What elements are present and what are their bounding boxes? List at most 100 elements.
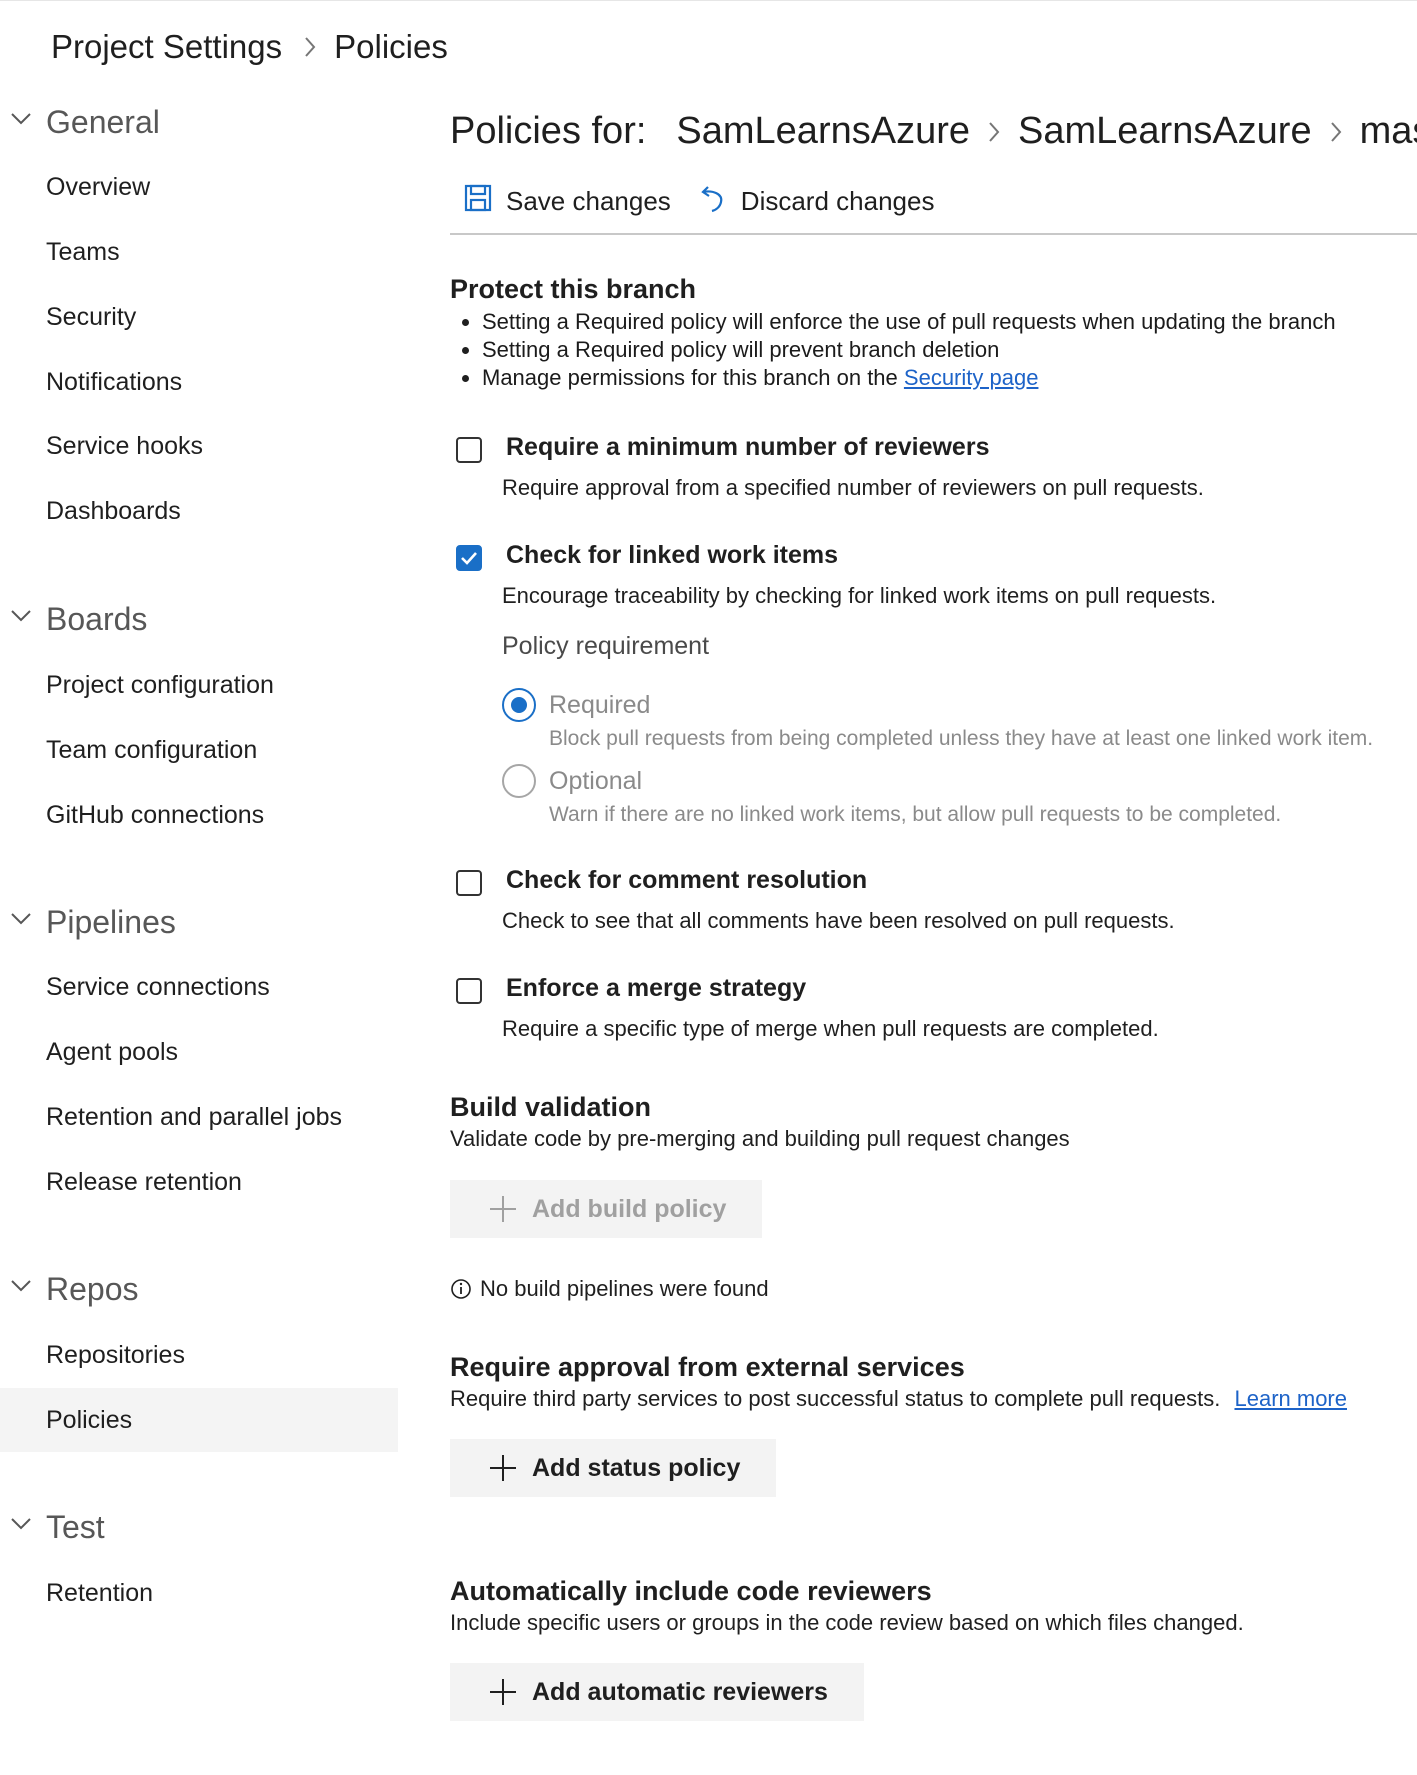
breadcrumb-repo[interactable]: SamLearnsAzure [1018, 110, 1312, 153]
external-services-text: Require third party services to post suc… [450, 1386, 1221, 1411]
chevron-right-icon [304, 36, 316, 58]
sidebar-item-label: Teams [46, 237, 120, 266]
linked-work-items-checkbox[interactable] [456, 545, 482, 571]
add-build-policy-button[interactable]: Add build policy [450, 1180, 763, 1238]
button-label: Add status policy [532, 1453, 741, 1482]
chevron-right-icon [1330, 120, 1342, 144]
protect-branch-title: Protect this branch [450, 274, 697, 304]
bullet-item: Setting a Required policy will prevent b… [460, 336, 1336, 364]
sidebar-item-label: Service hooks [46, 431, 204, 460]
sidebar-item-service-hooks[interactable]: Service hooks [0, 414, 398, 478]
sidebar-item-github-connections[interactable]: GitHub connections [0, 783, 398, 847]
sidebar-item-label: Project configuration [46, 670, 274, 699]
policy-description: Require approval from a specified number… [502, 475, 1204, 500]
add-status-policy-button[interactable]: Add status policy [450, 1439, 777, 1497]
policy-title: Require a minimum number of reviewers [506, 433, 990, 461]
info-icon [451, 1279, 471, 1299]
radio-label: Required [549, 691, 651, 719]
chevron-down-icon [10, 609, 32, 628]
button-label: Add automatic reviewers [532, 1677, 828, 1706]
sidebar-item-security[interactable]: Security [0, 285, 398, 349]
chevron-right-icon [988, 120, 1000, 144]
save-changes-label: Save changes [506, 186, 671, 216]
toolbar: Save changes Discard changes [464, 183, 934, 220]
button-label: Add build policy [532, 1194, 727, 1223]
sidebar-item-label: Overview [46, 172, 151, 201]
sidebar-item-label: Security [46, 302, 137, 331]
comment-resolution-checkbox[interactable] [456, 870, 482, 896]
sidebar-item-notifications[interactable]: Notifications [0, 350, 398, 414]
undo-icon [699, 183, 741, 220]
sidebar-item-label: Repositories [46, 1340, 185, 1369]
policy-title: Check for comment resolution [506, 866, 868, 894]
breadcrumb: Project Settings Policies [51, 28, 448, 66]
sidebar-item-teams[interactable]: Teams [0, 220, 398, 284]
radio-description: Block pull requests from being completed… [549, 727, 1374, 750]
sidebar-group-label: Test [46, 1508, 105, 1545]
breadcrumb-branch[interactable]: master [1360, 110, 1417, 153]
radio-description: Warn if there are no linked work items, … [549, 803, 1282, 826]
merge-strategy-checkbox[interactable] [456, 978, 482, 1004]
breadcrumb-project-settings[interactable]: Project Settings [51, 28, 282, 66]
sidebar-group-label: Repos [46, 1270, 139, 1307]
plus-icon [490, 1679, 516, 1705]
add-automatic-reviewers-button[interactable]: Add automatic reviewers [450, 1663, 864, 1721]
sidebar-item-repositories[interactable]: Repositories [0, 1323, 398, 1387]
external-services-title: Require approval from external services [450, 1352, 965, 1382]
code-reviewers-description: Include specific users or groups in the … [450, 1610, 1244, 1635]
plus-icon [490, 1455, 516, 1481]
bullet-item: Manage permissions for this branch on th… [460, 364, 1336, 392]
min-reviewers-checkbox[interactable] [456, 437, 482, 463]
discard-changes-button[interactable]: Discard changes [699, 183, 935, 220]
external-services-description: Require third party services to post suc… [450, 1386, 1347, 1412]
sidebar-item-project-configuration[interactable]: Project configuration [0, 653, 398, 717]
sidebar-group-label: General [46, 103, 160, 140]
sidebar-item-service-connections[interactable]: Service connections [0, 955, 398, 1019]
sidebar-item-label: Notifications [46, 367, 183, 396]
sidebar-item-retention[interactable]: Retention [0, 1561, 398, 1625]
sidebar-item-label: Service connections [46, 972, 270, 1001]
sidebar-item-label: Team configuration [46, 735, 258, 764]
sidebar-item-team-configuration[interactable]: Team configuration [0, 718, 398, 782]
sidebar-item-label: Retention and parallel jobs [46, 1102, 343, 1131]
breadcrumb-policies: Policies [334, 28, 448, 65]
policy-description: Check to see that all comments have been… [502, 908, 1175, 933]
policy-description: Encourage traceability by checking for l… [502, 583, 1217, 608]
sidebar-item-dashboards[interactable]: Dashboards [0, 479, 398, 543]
page-title-label: Policies for: [450, 110, 647, 152]
discard-changes-label: Discard changes [740, 186, 935, 216]
sidebar-item-policies[interactable]: Policies [0, 1388, 398, 1452]
sidebar-item-label: GitHub connections [46, 800, 265, 829]
info-text: No build pipelines were found [480, 1276, 769, 1301]
sidebar-item-label: Policies [46, 1405, 133, 1434]
permissions-text: Manage permissions for this branch on th… [482, 365, 898, 390]
save-icon [464, 184, 506, 219]
breadcrumb-project[interactable]: SamLearnsAzure [676, 110, 970, 153]
toolbar-divider [450, 233, 1417, 235]
build-validation-description: Validate code by pre-merging and buildin… [450, 1126, 1070, 1151]
learn-more-link[interactable]: Learn more [1234, 1386, 1347, 1411]
sidebar-item-label: Retention [46, 1578, 154, 1607]
radio-optional-circle[interactable] [502, 764, 536, 798]
sidebar-group-label: Boards [46, 600, 148, 637]
save-changes-button[interactable]: Save changes [464, 184, 671, 219]
sidebar-item-label: Release retention [46, 1167, 242, 1196]
protect-branch-bullets: Setting a Required policy will enforce t… [460, 308, 1336, 392]
sidebar-item-agent-pools[interactable]: Agent pools [0, 1020, 398, 1084]
top-border [0, 0, 1417, 1]
code-reviewers-title: Automatically include code reviewers [450, 1576, 932, 1606]
sidebar-item-retention-parallel-jobs[interactable]: Retention and parallel jobs [0, 1085, 398, 1149]
chevron-down-icon [10, 112, 32, 131]
policy-requirement-label: Policy requirement [502, 632, 710, 660]
build-validation-title: Build validation [450, 1092, 652, 1122]
chevron-down-icon [10, 1517, 32, 1536]
no-pipelines-info: No build pipelines were found [450, 1276, 769, 1302]
sidebar-item-label: Agent pools [46, 1037, 179, 1066]
radio-required-circle[interactable] [502, 688, 536, 722]
plus-icon [490, 1196, 516, 1222]
security-page-link[interactable]: Security page [904, 365, 1039, 390]
page-title: Policies for: SamLearnsAzure SamLearnsAz… [450, 110, 1417, 153]
sidebar-item-release-retention[interactable]: Release retention [0, 1150, 398, 1214]
policy-title: Enforce a merge strategy [506, 974, 807, 1002]
sidebar-item-overview[interactable]: Overview [0, 155, 398, 219]
